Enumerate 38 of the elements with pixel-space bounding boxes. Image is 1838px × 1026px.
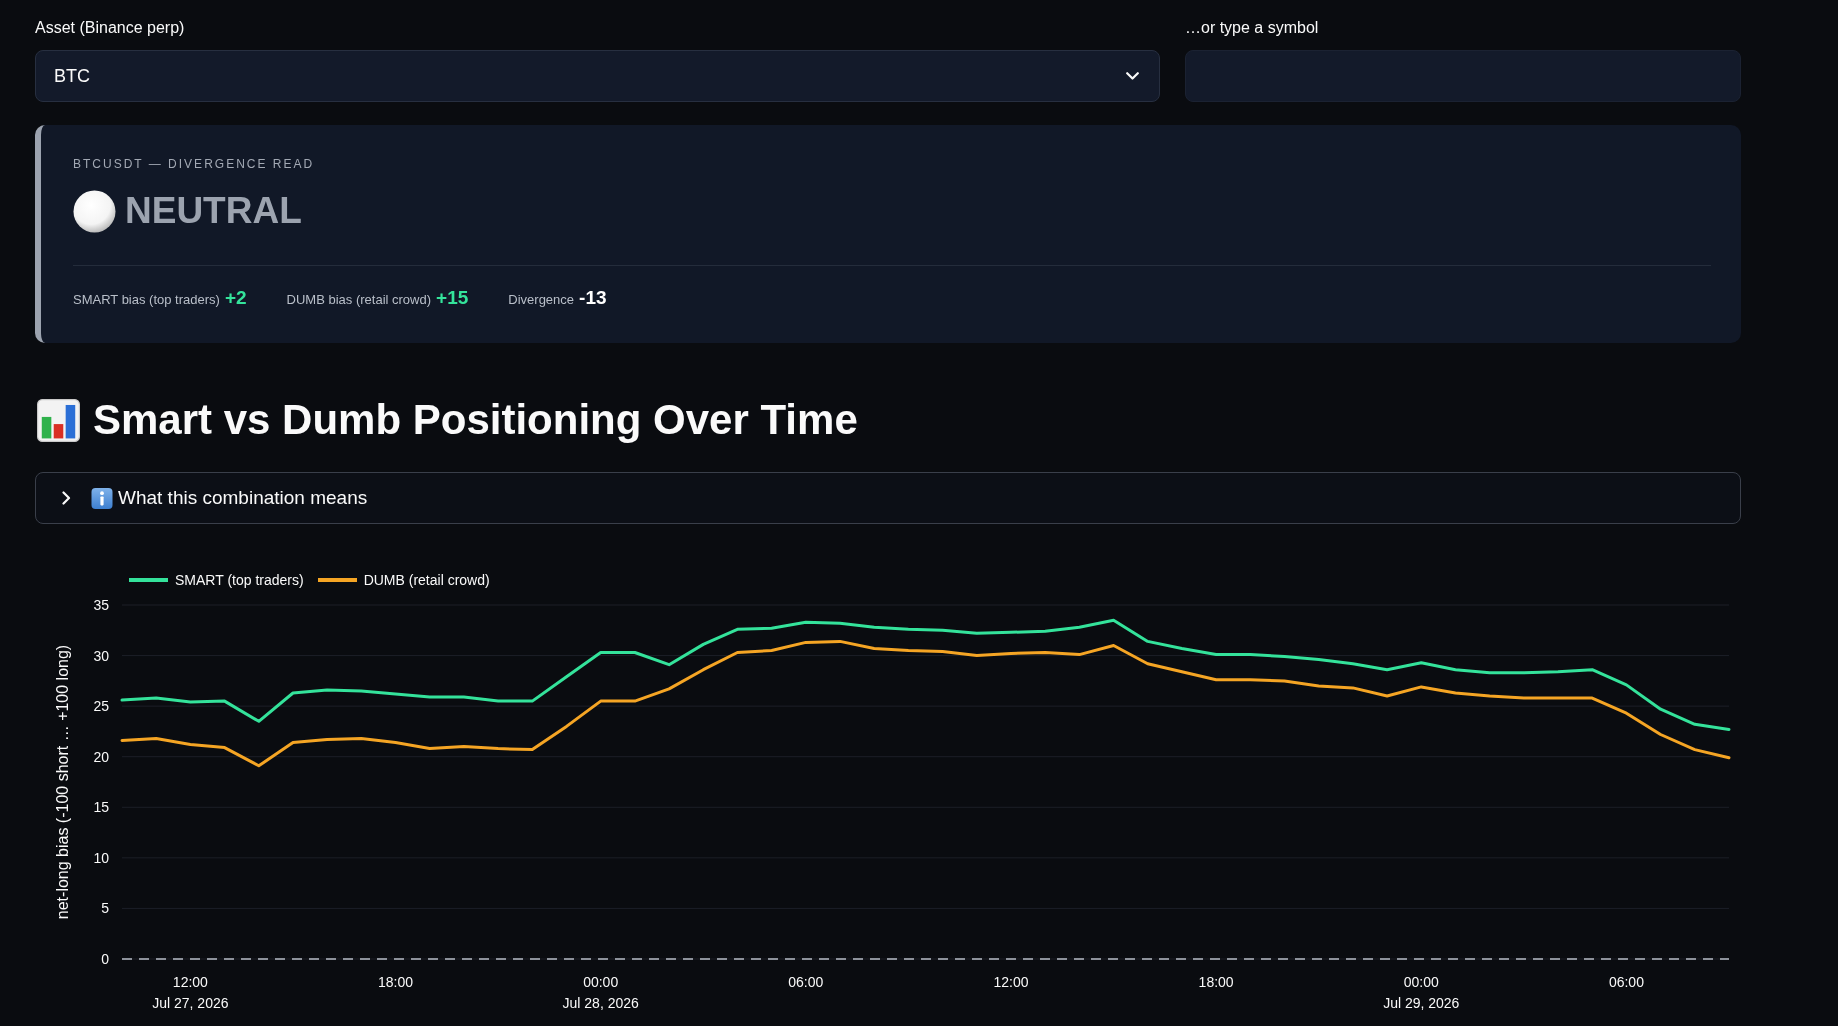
y-tick-label: 20 xyxy=(93,748,109,765)
chevron-icon xyxy=(62,491,71,505)
legend-label: DUMB (retail crowd) xyxy=(363,572,490,588)
chevron-down-icon xyxy=(1126,72,1139,80)
x-tick-label: 18:00 xyxy=(378,974,414,990)
y-tick-label: 30 xyxy=(93,647,109,664)
x-tick-label: 18:00 xyxy=(1198,974,1234,990)
x-tick-label: 00:00 Jul 28, 2026 xyxy=(562,974,639,1011)
x-tick-label: 06:00 xyxy=(788,974,824,990)
y-tick-label: 25 xyxy=(93,698,109,715)
legend-label: SMART (top traders) xyxy=(175,572,304,588)
signal-label: NEUTRAL xyxy=(125,189,302,233)
y-tick-label: 10 xyxy=(93,849,109,866)
metric-label: Divergence xyxy=(508,292,575,307)
metric-label: SMART bias (top traders) xyxy=(73,292,220,307)
circle-icon xyxy=(73,189,116,233)
y-tick-label: 15 xyxy=(93,799,109,816)
asset-select[interactable]: BTC xyxy=(35,50,1160,102)
metric-label: DUMB bias (retail crowd) xyxy=(286,292,432,307)
y-axis-title: net-long bias (-100 short … +100 long) xyxy=(53,644,71,920)
field-label: Asset (Binance perp) xyxy=(35,18,185,38)
field-label: …or type a symbol xyxy=(1185,18,1319,38)
symbol-input[interactable] xyxy=(1185,50,1741,102)
info-icon xyxy=(91,487,113,509)
metric-value: -13 xyxy=(579,287,607,309)
x-tick-label: 06:00 xyxy=(1608,974,1644,990)
x-tick-label: 12:00 Jul 27, 2026 xyxy=(152,974,229,1011)
y-tick-label: 5 xyxy=(101,900,109,917)
bar-chart-icon xyxy=(37,398,80,442)
card-title: BTCUSDT — DIVERGENCE READ xyxy=(73,156,315,172)
metric-value: +15 xyxy=(436,287,469,309)
section-heading: Smart vs Dumb Positioning Over Time xyxy=(93,395,858,445)
expander[interactable]: What this combination means xyxy=(35,472,1741,524)
y-tick-label: 0 xyxy=(101,951,109,967)
x-tick-label: 00:00 Jul 29, 2026 xyxy=(1383,974,1460,1011)
x-tick-label: 12:00 xyxy=(993,974,1029,990)
metric-value: +2 xyxy=(224,287,247,309)
y-tick-label: 35 xyxy=(93,597,109,613)
